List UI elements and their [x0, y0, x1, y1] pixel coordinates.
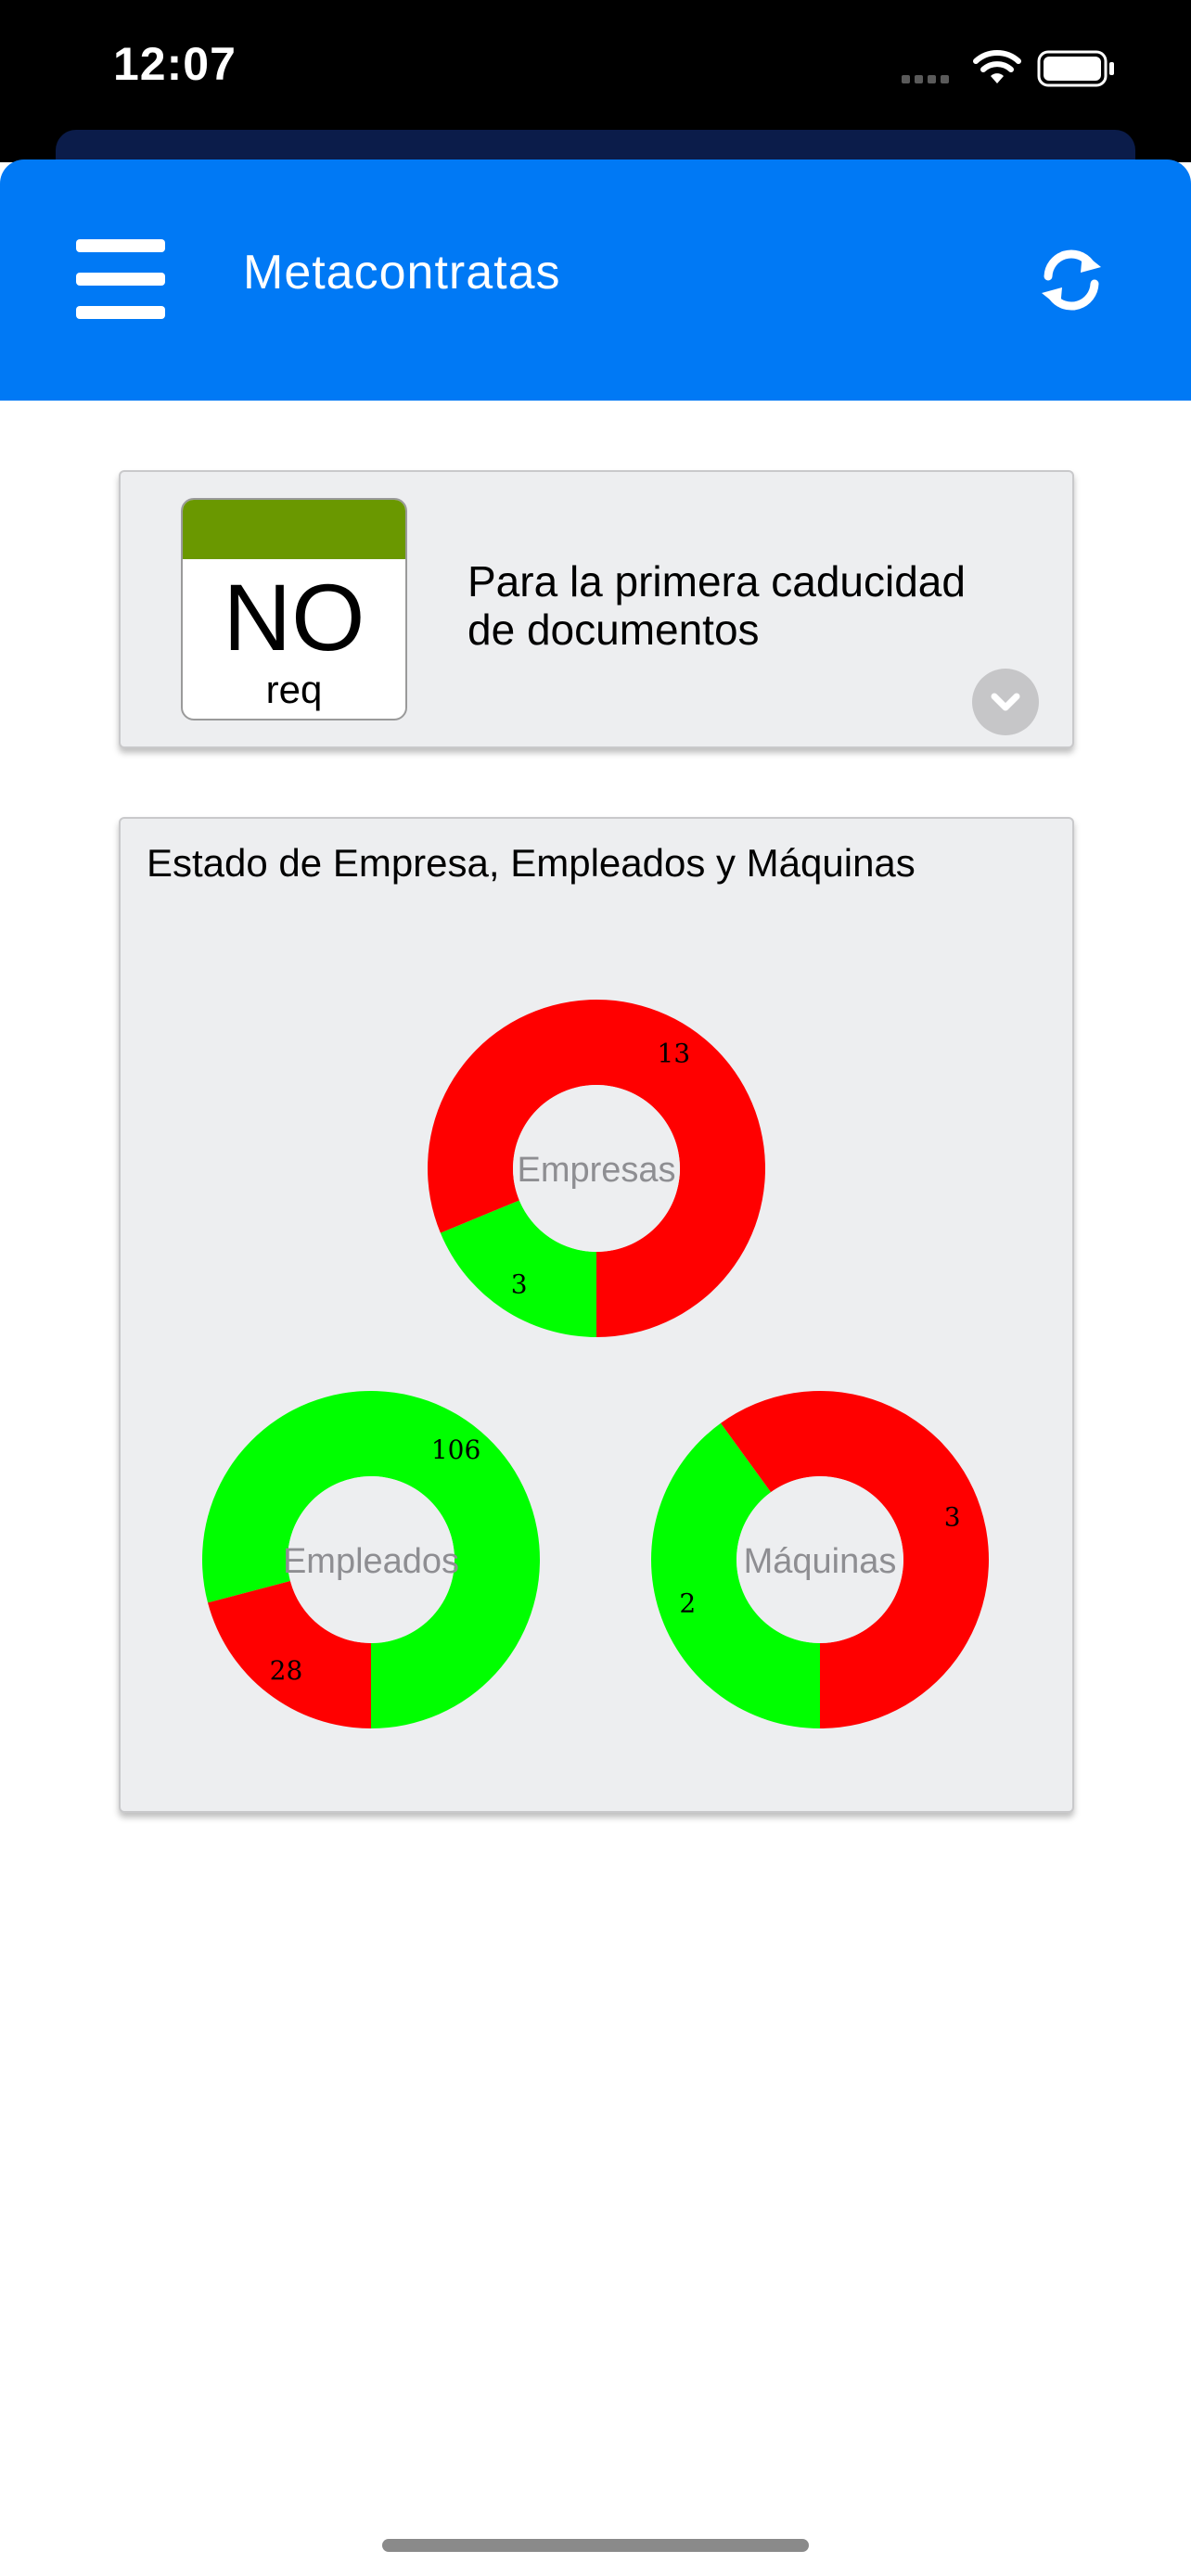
- donut-value-label: 3: [511, 1269, 528, 1300]
- donut-center-label: Empresas: [517, 1151, 675, 1190]
- chevron-down-icon: [991, 693, 1020, 711]
- expand-button[interactable]: [972, 669, 1039, 735]
- status-card: Estado de Empresa, Empleados y Máquinas …: [119, 817, 1074, 1813]
- donut-value-label: 3: [944, 1502, 961, 1533]
- donut-charts: 3 13 Empresas 106 28 Empleados 2 3 Máquinas: [202, 1000, 989, 1728]
- donut-value-label: 106: [431, 1435, 480, 1465]
- cellular-signal-icon: [902, 71, 954, 88]
- expiry-card: NO req Para la primera caducidad de docu…: [119, 470, 1074, 748]
- donut-value-label: 28: [270, 1655, 303, 1686]
- donut-center-label: Máquinas: [744, 1542, 897, 1581]
- calendar-header: [183, 500, 405, 559]
- app-header: [0, 159, 1191, 401]
- status-time: 12:07: [113, 38, 237, 90]
- donut-center-label: Empleados: [283, 1542, 459, 1581]
- home-indicator: [382, 2539, 809, 2552]
- donut-value-label: 2: [679, 1588, 696, 1618]
- wifi-icon: [973, 50, 1021, 83]
- battery-icon: [1037, 50, 1114, 87]
- app-title: Metacontratas: [243, 246, 561, 300]
- donut-value-label: 13: [658, 1038, 691, 1068]
- calendar-icon: NO req: [181, 498, 407, 721]
- hamburger-menu-icon[interactable]: [76, 239, 165, 319]
- calendar-unit: req: [265, 668, 323, 711]
- calendar-value: NO: [223, 565, 365, 670]
- refresh-icon[interactable]: [1034, 243, 1108, 317]
- expiry-description: Para la primera caducidad de documentos: [467, 557, 966, 654]
